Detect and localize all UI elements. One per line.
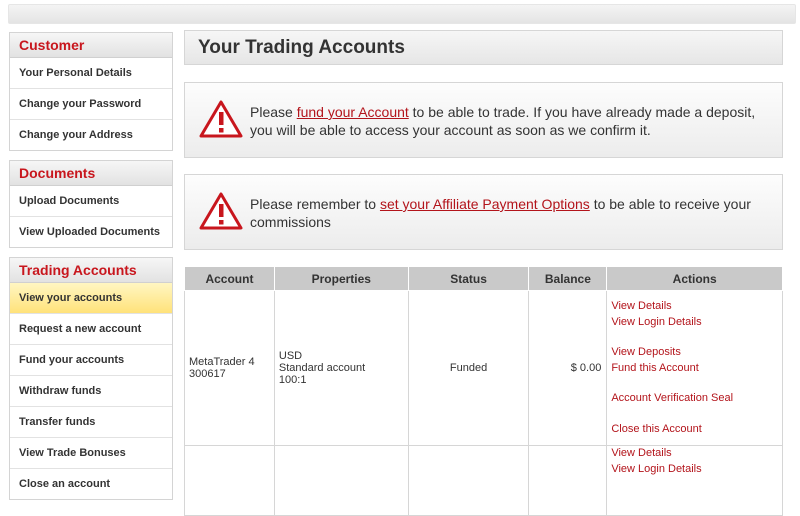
view-deposits-link[interactable]: View Deposits [611,345,778,361]
account-type: Standard account [278,362,366,374]
action-spacer [611,330,778,345]
sidebar-item-change-password[interactable]: Change your Password [10,88,172,119]
account-cell [184,445,275,516]
sidebar-item-view-uploaded-documents[interactable]: View Uploaded Documents [10,216,172,247]
fund-account-link[interactable]: fund your Account [297,104,409,120]
sidebar-item-transfer-funds[interactable]: Transfer funds [10,406,172,437]
warning-triangle-icon [199,192,243,230]
column-header-actions: Actions [606,266,783,291]
balance-cell [528,445,608,516]
status-cell [407,445,530,516]
close-this-account-link[interactable]: Close this Account [611,422,778,438]
account-platform: MetaTrader 4 [189,356,255,368]
action-spacer [611,407,778,422]
column-header-balance: Balance [528,266,608,291]
sidebar-item-trade-bonuses[interactable]: View Trade Bonuses [10,437,172,468]
sidebar-item-request-account[interactable]: Request a new account [10,313,172,344]
affiliate-payment-link[interactable]: set your Affiliate Payment Options [380,196,590,212]
sidebar: Customer Your Personal Details Change yo… [9,32,173,509]
account-currency: USD [278,350,303,362]
main-content: Your Trading Accounts Please fund your A… [184,30,783,516]
column-header-status: Status [407,266,530,291]
accounts-table: Account Properties Status Balance Action… [184,266,783,516]
account-verification-seal-link[interactable]: Account Verification Seal [611,391,778,407]
sidebar-item-upload-documents[interactable]: Upload Documents [10,186,172,216]
notice-fund-account: Please fund your Account to be able to t… [184,82,783,158]
notice-text: Please remember to set your Affiliate Pa… [250,195,774,231]
actions-cell: View Details View Login Details View Dep… [606,290,783,446]
top-bar [8,4,796,24]
table-header-row: Account Properties Status Balance Action… [184,266,783,291]
properties-cell: USD Standard account 100:1 [273,290,409,446]
sidebar-heading-documents: Documents [10,161,172,186]
sidebar-section-documents: Documents Upload Documents View Uploaded… [9,160,173,248]
fund-this-account-link[interactable]: Fund this Account [611,361,778,377]
properties-cell [273,445,409,516]
balance-cell: $ 0.00 [528,290,608,446]
sidebar-heading-customer: Customer [10,33,172,58]
account-number: 300617 [189,368,226,380]
sidebar-item-close-account[interactable]: Close an account [10,468,172,499]
sidebar-heading-trading: Trading Accounts [10,258,172,283]
sidebar-section-trading: Trading Accounts View your accounts Requ… [9,257,173,500]
sidebar-section-customer: Customer Your Personal Details Change yo… [9,32,173,151]
notice-text-prefix: Please remember to [250,196,380,212]
table-row: View Details View Login Details [184,445,783,516]
column-header-properties: Properties [273,266,409,291]
view-login-details-link[interactable]: View Login Details [611,315,778,331]
status-cell: Funded [407,290,530,446]
view-login-details-link[interactable]: View Login Details [611,462,778,478]
notice-text: Please fund your Account to be able to t… [250,103,774,139]
view-details-link[interactable]: View Details [611,446,778,462]
sidebar-item-change-address[interactable]: Change your Address [10,119,172,150]
table-row: MetaTrader 4 300617 USD Standard account… [184,290,783,446]
account-leverage: 100:1 [278,374,307,386]
column-header-account: Account [184,266,275,291]
sidebar-item-withdraw-funds[interactable]: Withdraw funds [10,375,172,406]
action-spacer [611,376,778,391]
view-details-link[interactable]: View Details [611,299,778,315]
notice-text-prefix: Please [250,104,297,120]
sidebar-item-fund-accounts[interactable]: Fund your accounts [10,344,172,375]
sidebar-item-view-accounts[interactable]: View your accounts [10,283,172,313]
warning-triangle-icon [199,100,243,138]
account-cell: MetaTrader 4 300617 [184,290,275,446]
actions-cell: View Details View Login Details [606,445,783,516]
sidebar-item-personal-details[interactable]: Your Personal Details [10,58,172,88]
page-title: Your Trading Accounts [184,30,783,65]
notice-affiliate-payment: Please remember to set your Affiliate Pa… [184,174,783,250]
